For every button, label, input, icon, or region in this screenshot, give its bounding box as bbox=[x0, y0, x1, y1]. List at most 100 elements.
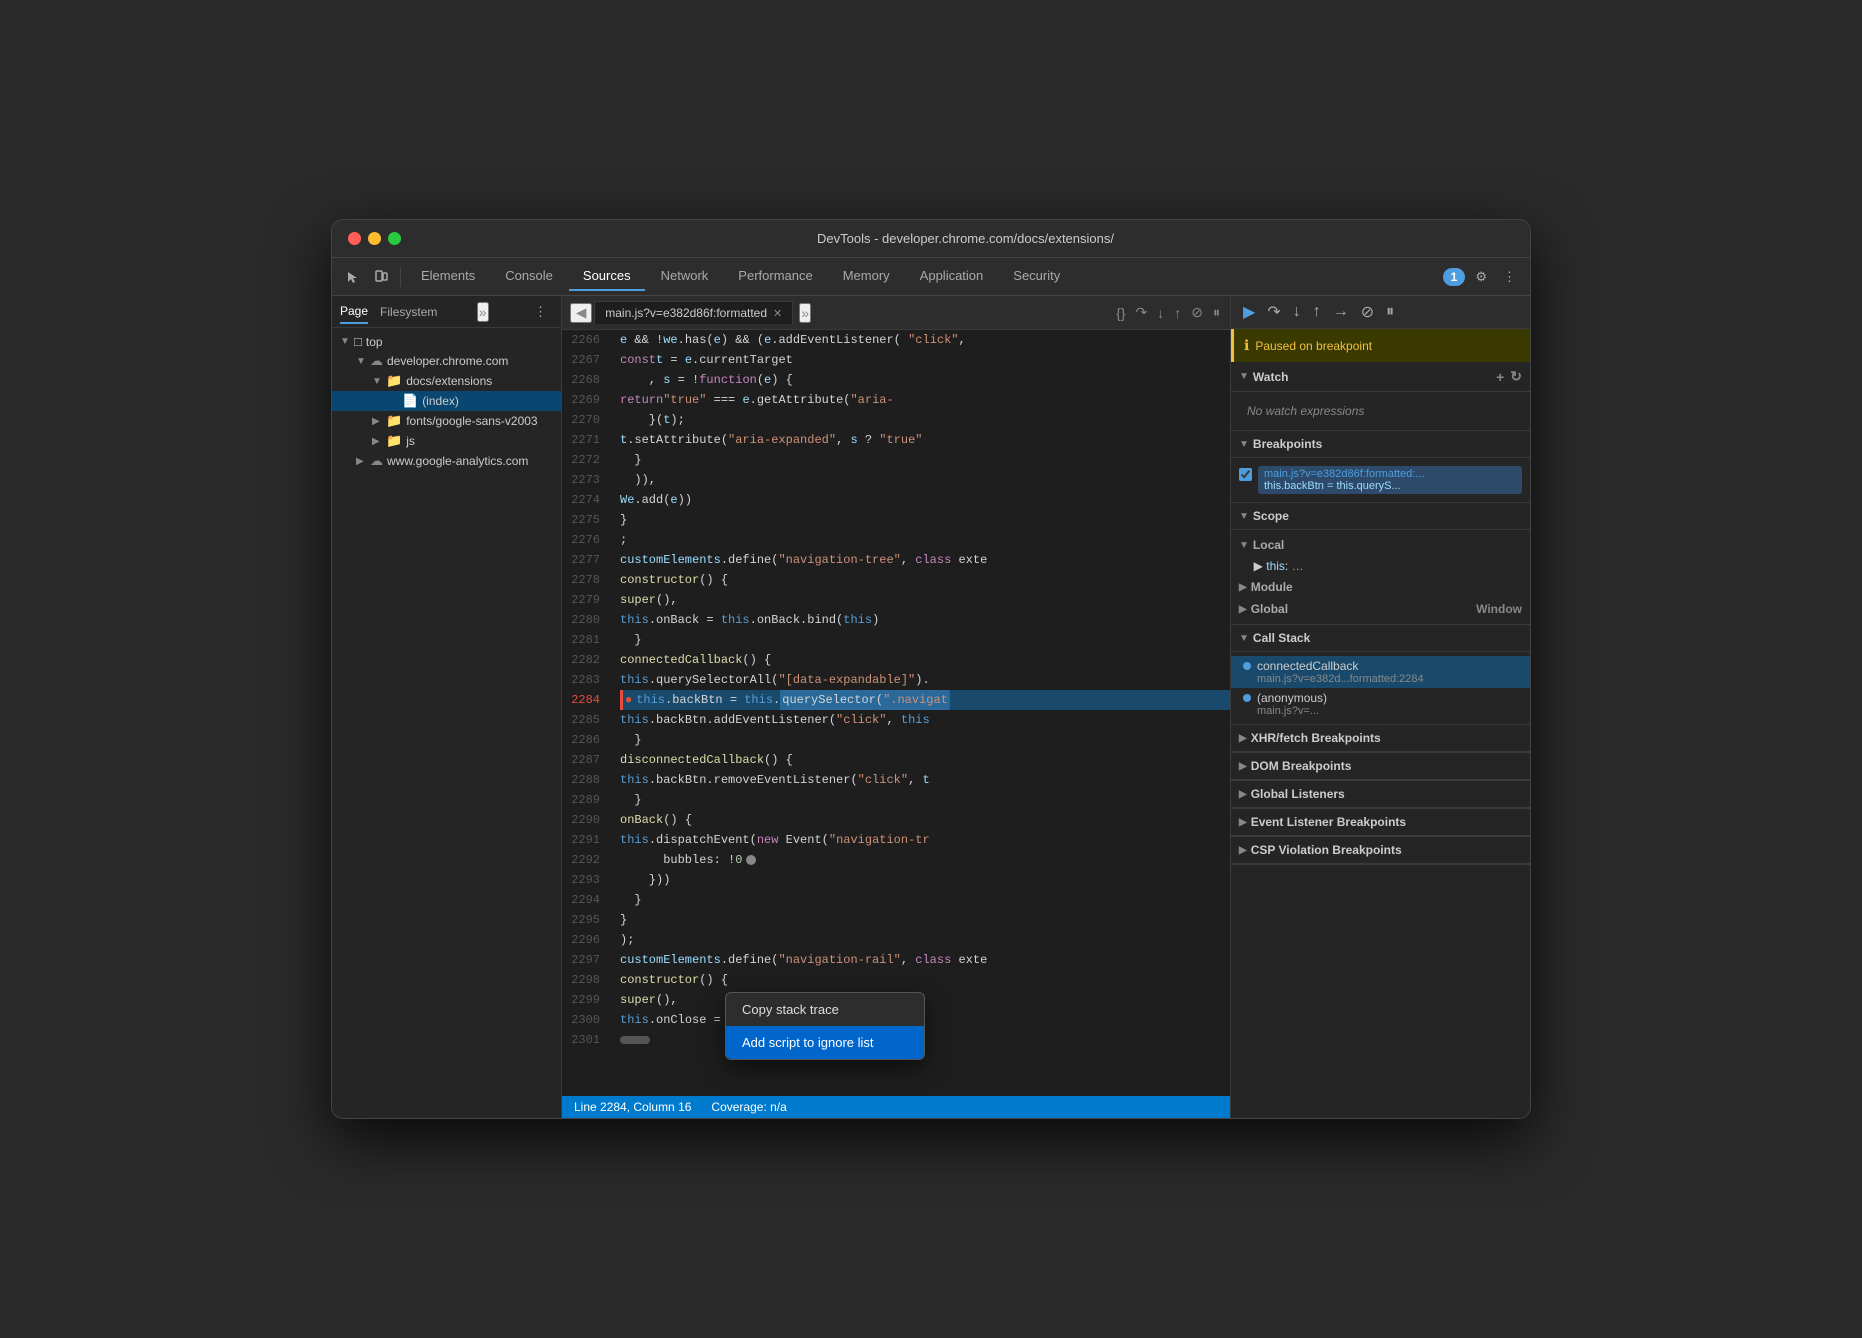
code-editor[interactable]: 2266 2267 2268 2269 2270 2271 2272 2273 … bbox=[562, 330, 1230, 1096]
editor-tabs-more-btn[interactable]: » bbox=[799, 303, 811, 323]
call-stack-body: connectedCallback main.js?v=e382d...form… bbox=[1231, 652, 1530, 724]
step-over-right-btn[interactable]: ↷ bbox=[1263, 300, 1284, 324]
scope-local-label: Local bbox=[1253, 538, 1284, 552]
code-line-2299: super(), bbox=[620, 990, 1230, 1010]
pause-btn[interactable]: ⏸ bbox=[1211, 302, 1222, 323]
tab-memory[interactable]: Memory bbox=[829, 262, 904, 291]
tree-item-js[interactable]: ▶ 📁 js bbox=[332, 431, 561, 451]
step-out-right-btn[interactable]: ↑ bbox=[1309, 301, 1325, 323]
code-line-2291: this.dispatchEvent(new Event("navigation… bbox=[620, 830, 1230, 850]
add-to-ignore-list-item[interactable]: Add script to ignore list bbox=[726, 1026, 924, 1059]
tree-label-js: js bbox=[406, 434, 415, 448]
code-line-2289: } bbox=[620, 790, 1230, 810]
center-panel: ◀ main.js?v=e382d86f:formatted ✕ » {} ↷ … bbox=[562, 296, 1230, 1118]
tab-elements[interactable]: Elements bbox=[407, 262, 489, 291]
scope-this[interactable]: ▶ this: … bbox=[1231, 556, 1530, 576]
tab-page[interactable]: Page bbox=[340, 300, 368, 324]
step-into-right-btn[interactable]: ↓ bbox=[1289, 301, 1305, 323]
new-group-btn[interactable]: ⋮ bbox=[528, 300, 553, 324]
tree-label-index: (index) bbox=[422, 394, 459, 408]
scope-this-key: this bbox=[1266, 559, 1285, 573]
bp-file: main.js?v=e382d86f:formatted:... bbox=[1264, 468, 1516, 480]
watch-header[interactable]: ▼ Watch + ↻ bbox=[1231, 362, 1530, 392]
scope-local[interactable]: ▼ Local bbox=[1231, 534, 1530, 556]
tree-item-docs[interactable]: ▼ 📁 docs/extensions bbox=[332, 371, 561, 391]
scope-module-label: Module bbox=[1251, 580, 1293, 594]
call-stack-item-1[interactable]: (anonymous) main.js?v=... bbox=[1231, 688, 1530, 720]
editor-file-tab[interactable]: main.js?v=e382d86f:formatted ✕ bbox=[594, 301, 793, 324]
close-tab-btn[interactable]: ✕ bbox=[773, 307, 782, 320]
tree-item-top[interactable]: ▼ □ top bbox=[332, 332, 561, 351]
pretty-print-btn[interactable]: {} bbox=[1114, 303, 1127, 323]
status-coverage: Coverage: n/a bbox=[711, 1100, 786, 1114]
device-toolbar-btn[interactable] bbox=[368, 266, 394, 288]
deactivate-right-btn[interactable]: ⊘ bbox=[1357, 300, 1378, 324]
close-button[interactable] bbox=[348, 232, 361, 245]
tree-label-top: top bbox=[366, 335, 383, 349]
cs-dot-1 bbox=[1243, 694, 1251, 702]
notification-badge: 1 bbox=[1443, 268, 1466, 286]
deactivate-breakpoints-btn[interactable]: ⊘ bbox=[1189, 302, 1205, 323]
event-listeners-section: ▶ Event Listener Breakpoints bbox=[1231, 809, 1530, 837]
code-line-2297: customElements.define("navigation-rail",… bbox=[620, 950, 1230, 970]
code-line-2296: ); bbox=[620, 930, 1230, 950]
bp-code: this.backBtn = this.queryS... bbox=[1264, 480, 1516, 492]
tree-item-chrome[interactable]: ▼ ☁ developer.chrome.com bbox=[332, 351, 561, 371]
scope-global[interactable]: ▶ Global Window bbox=[1231, 598, 1530, 620]
code-line-2279: super(), bbox=[620, 590, 1230, 610]
tab-application[interactable]: Application bbox=[906, 262, 998, 291]
code-line-2298: constructor() { bbox=[620, 970, 1230, 990]
step-into-btn[interactable]: ↓ bbox=[1155, 303, 1166, 323]
xhr-header[interactable]: ▶ XHR/fetch Breakpoints bbox=[1231, 725, 1530, 752]
step-over-btn[interactable]: ↷ bbox=[1134, 302, 1150, 323]
minimize-button[interactable] bbox=[368, 232, 381, 245]
dom-header[interactable]: ▶ DOM Breakpoints bbox=[1231, 753, 1530, 780]
code-lines: e && !we.has(e) && (e.addEventListener( … bbox=[612, 330, 1230, 1096]
cs-func-0: connectedCallback bbox=[1257, 659, 1358, 673]
step-out-btn[interactable]: ↑ bbox=[1172, 303, 1183, 323]
main-toolbar: Elements Console Sources Network Perform… bbox=[332, 258, 1530, 296]
breakpoints-header[interactable]: ▼ Breakpoints bbox=[1231, 431, 1530, 458]
dom-arrow: ▶ bbox=[1239, 761, 1247, 772]
refresh-watch-btn[interactable]: ↻ bbox=[1510, 368, 1522, 385]
breakpoints-arrow: ▼ bbox=[1239, 439, 1249, 450]
tree-item-analytics[interactable]: ▶ ☁ www.google-analytics.com bbox=[332, 451, 561, 471]
call-stack-header[interactable]: ▼ Call Stack bbox=[1231, 625, 1530, 652]
line-numbers: 2266 2267 2268 2269 2270 2271 2272 2273 … bbox=[562, 330, 612, 1096]
add-watch-btn[interactable]: + bbox=[1496, 369, 1504, 385]
code-line-2295: } bbox=[620, 910, 1230, 930]
maximize-button[interactable] bbox=[388, 232, 401, 245]
tab-sources[interactable]: Sources bbox=[569, 262, 645, 291]
code-line-2292: bubbles: !0 bbox=[620, 850, 1230, 870]
tab-security[interactable]: Security bbox=[999, 262, 1074, 291]
code-line-2281: } bbox=[620, 630, 1230, 650]
paused-message: Paused on breakpoint bbox=[1255, 339, 1372, 353]
tree-item-index[interactable]: 📄 (index) bbox=[332, 391, 561, 411]
breakpoint-checkbox[interactable] bbox=[1239, 468, 1252, 481]
global-listeners-header[interactable]: ▶ Global Listeners bbox=[1231, 781, 1530, 808]
event-listeners-header[interactable]: ▶ Event Listener Breakpoints bbox=[1231, 809, 1530, 836]
tree-item-fonts[interactable]: ▶ 📁 fonts/google-sans-v2003 bbox=[332, 411, 561, 431]
settings-btn[interactable]: ⚙ bbox=[1469, 265, 1493, 289]
tab-prev-btn[interactable]: ◀ bbox=[570, 303, 592, 323]
copy-stack-trace-item[interactable]: Copy stack trace bbox=[726, 993, 924, 1026]
resume-btn[interactable]: ▶ bbox=[1239, 300, 1259, 324]
more-tools-btn[interactable]: ⋮ bbox=[1497, 265, 1522, 289]
code-line-2274: We.add(e)) bbox=[620, 490, 1230, 510]
pause-on-exception-btn[interactable]: ⏸ bbox=[1382, 301, 1398, 323]
csp-header[interactable]: ▶ CSP Violation Breakpoints bbox=[1231, 837, 1530, 864]
code-container: 2266 2267 2268 2269 2270 2271 2272 2273 … bbox=[562, 330, 1230, 1096]
code-line-2287: disconnectedCallback() { bbox=[620, 750, 1230, 770]
tab-console[interactable]: Console bbox=[491, 262, 567, 291]
tab-network[interactable]: Network bbox=[647, 262, 723, 291]
call-stack-item-0[interactable]: connectedCallback main.js?v=e382d...form… bbox=[1231, 656, 1530, 688]
cursor-tool-btn[interactable] bbox=[340, 266, 366, 288]
scope-header[interactable]: ▼ Scope bbox=[1231, 503, 1530, 530]
left-panel: Page Filesystem » ⋮ ▼ □ top ▼ ☁ develope… bbox=[332, 296, 562, 1118]
panel-tabs-more-btn[interactable]: » bbox=[477, 302, 489, 322]
scope-module[interactable]: ▶ Module bbox=[1231, 576, 1530, 598]
tab-filesystem[interactable]: Filesystem bbox=[380, 301, 437, 323]
step-right-btn[interactable]: → bbox=[1329, 301, 1353, 323]
breakpoint-item: main.js?v=e382d86f:formatted:... this.ba… bbox=[1231, 462, 1530, 498]
tab-performance[interactable]: Performance bbox=[724, 262, 826, 291]
